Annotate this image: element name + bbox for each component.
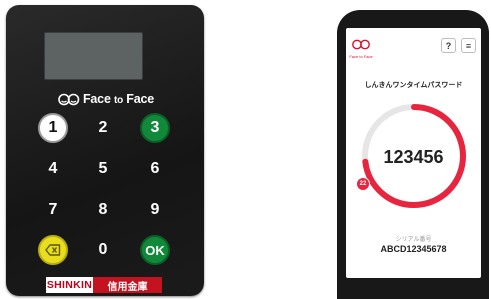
lcd-display bbox=[44, 32, 143, 80]
serial-label: シリアル番号 bbox=[395, 237, 432, 243]
shinkin-kinko-label: 信用金庫 bbox=[93, 277, 162, 293]
face-logo-icon bbox=[58, 93, 80, 105]
app-screen: Face to Face ? ≡ しんきんワンタイムパスワード 22 12345… bbox=[346, 28, 481, 278]
smartphone: Face to Face ? ≡ しんきんワンタイムパスワード 22 12345… bbox=[337, 10, 489, 299]
key-8[interactable]: 8 bbox=[88, 195, 118, 225]
face-to-face-logo: Face to Face bbox=[58, 91, 154, 107]
help-button[interactable]: ? bbox=[441, 38, 456, 53]
key-3[interactable]: 3 bbox=[140, 113, 170, 143]
timer-badge: 22 bbox=[356, 177, 370, 191]
hardware-token: Face to Face 1 2 3 4 5 6 7 8 9 0 OK SHIN… bbox=[6, 5, 204, 296]
clear-key[interactable] bbox=[38, 235, 68, 265]
key-5[interactable]: 5 bbox=[88, 154, 118, 184]
key-0[interactable]: 0 bbox=[88, 235, 118, 265]
app-title: しんきんワンタイムパスワード bbox=[364, 82, 463, 89]
key-4[interactable]: 4 bbox=[38, 154, 68, 184]
app-logo-text: Face to Face bbox=[349, 54, 373, 59]
key-9[interactable]: 9 bbox=[140, 195, 170, 225]
menu-button[interactable]: ≡ bbox=[461, 38, 476, 53]
key-2[interactable]: 2 bbox=[88, 113, 118, 143]
brand-name: Face to Face bbox=[83, 92, 154, 106]
key-1[interactable]: 1 bbox=[38, 113, 68, 143]
backspace-icon bbox=[45, 244, 61, 256]
shinkin-badge: SHINKIN 信用金庫 bbox=[46, 277, 162, 293]
ok-key[interactable]: OK bbox=[140, 235, 170, 265]
key-6[interactable]: 6 bbox=[140, 154, 170, 184]
app-logo: Face to Face bbox=[349, 37, 373, 59]
face-logo-icon bbox=[352, 39, 370, 50]
one-time-password: 123456 bbox=[383, 147, 444, 167]
key-7[interactable]: 7 bbox=[38, 195, 68, 225]
serial-number: ABCD12345678 bbox=[380, 244, 447, 254]
shinkin-label: SHINKIN bbox=[46, 277, 93, 293]
